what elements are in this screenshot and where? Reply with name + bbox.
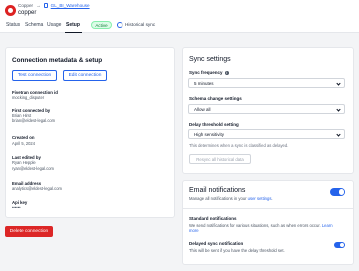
database-icon: [43, 3, 48, 8]
delay-threshold-help: This determines when a sync is classifie…: [189, 143, 289, 148]
field-value-connection-id: mocking_disputer: [12, 95, 45, 100]
page-title: copper: [18, 9, 37, 16]
toggle-knob: [339, 242, 345, 248]
historical-sync-label: Historical sync: [125, 22, 156, 27]
info-icon[interactable]: i: [224, 70, 230, 76]
delay-threshold-value: High sensitivity: [194, 132, 225, 138]
email-notifications-subtitle: Manage all notifications in your user se…: [189, 196, 273, 201]
progress-ring-icon: [117, 21, 123, 28]
subtitle-text: Manage all notifications in your: [189, 196, 247, 201]
standard-notifications-title: Standard notifications: [189, 216, 237, 221]
sync-frequency-label: Sync frequency i: [189, 70, 230, 76]
delay-threshold-label: Delay threshold setting: [189, 122, 239, 127]
active-tab-indicator: [65, 32, 82, 34]
tab-setup[interactable]: Setup: [66, 22, 80, 28]
schema-change-value: Allow all: [194, 107, 211, 113]
divider: [182, 208, 354, 209]
email-notifications-toggle[interactable]: [330, 188, 345, 196]
field-value-created-on: April 5, 2024: [12, 141, 35, 146]
connection-metadata-title: Connection metadata & setup: [12, 57, 103, 64]
standard-notifications-desc: We send notifications for various situat…: [189, 223, 333, 228]
field-value-first-connected-email: brian@eldest-legal.com: [12, 118, 56, 123]
breadcrumb: Copper → GL_BI_Warehouse: [18, 3, 90, 8]
test-connection-button[interactable]: Test connection: [12, 70, 57, 81]
arrow-right-icon: →: [36, 3, 41, 8]
field-value-api-key: ••••••: [12, 205, 21, 210]
learn-more-link[interactable]: Learn: [322, 223, 333, 228]
user-settings-link[interactable]: user settings: [248, 196, 272, 201]
delayed-sync-toggle[interactable]: [334, 242, 345, 248]
toggle-knob: [338, 189, 344, 195]
edit-connection-button[interactable]: Edit connection: [63, 70, 107, 81]
field-value-last-edited-email: ryan@eldest-legal.com: [12, 166, 54, 171]
chevron-down-icon: [336, 132, 341, 137]
delayed-sync-desc: This will be sent if you have the delay …: [189, 248, 285, 253]
learn-more-link-continued[interactable]: more: [189, 228, 199, 233]
tab-schema[interactable]: Schema: [25, 22, 43, 28]
tab-usage[interactable]: Usage: [47, 22, 61, 28]
tab-status[interactable]: Status: [6, 22, 20, 28]
chevron-down-icon: [336, 107, 341, 112]
field-label-created-on: Created on: [12, 135, 35, 140]
field-value-email-address: analytics@eldest-legal.com: [12, 186, 62, 191]
schema-change-select[interactable]: Allow all: [188, 104, 345, 114]
tab-bar: Status Schema Usage Setup Active Histori…: [0, 19, 359, 34]
sync-frequency-value: 5 minutes: [194, 81, 214, 87]
email-notifications-title: Email notifications: [189, 187, 246, 194]
breadcrumb-source: Copper: [18, 3, 34, 8]
standard-desc-text: We send notifications for various situat…: [189, 222, 321, 228]
field-value-last-edited-name: Ryan Hepple: [12, 160, 36, 165]
status-badge: Active: [91, 21, 112, 29]
copper-logo-icon: [5, 5, 16, 16]
subtitle-period: .: [271, 196, 273, 201]
delay-threshold-select[interactable]: High sensitivity: [188, 129, 345, 139]
schema-change-label: Schema change settings: [189, 96, 242, 101]
resync-historical-button[interactable]: Resync all historical data: [189, 154, 251, 164]
sync-settings-title: Sync settings: [189, 56, 231, 63]
chevron-down-icon: [336, 81, 341, 86]
sync-frequency-label-text: Sync frequency: [189, 70, 223, 75]
breadcrumb-destination-link[interactable]: GL_BI_Warehouse: [51, 3, 90, 8]
sync-frequency-select[interactable]: 5 minutes: [188, 78, 345, 88]
delayed-sync-title: Delayed sync notification: [189, 241, 244, 246]
delete-connection-button[interactable]: Delete connection: [5, 226, 53, 237]
